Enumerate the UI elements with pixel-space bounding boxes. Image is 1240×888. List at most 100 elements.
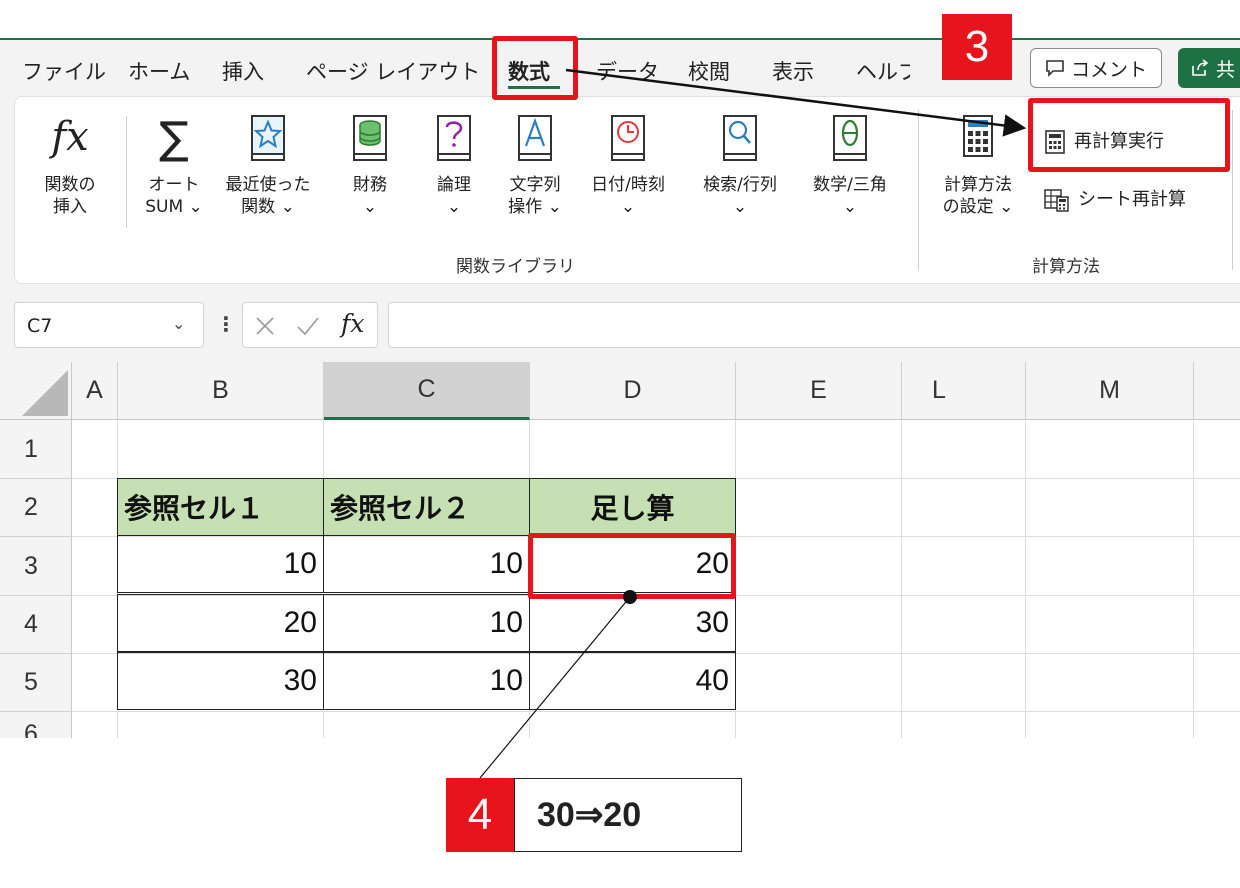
- row-header-6[interactable]: 6: [0, 712, 72, 738]
- calculation-group-label: 計算方法: [1032, 257, 1100, 277]
- sigma-icon: ∑: [159, 113, 189, 164]
- row-header-3[interactable]: 3: [0, 537, 72, 596]
- gridline: [1025, 420, 1026, 738]
- function-icon[interactable]: fx: [341, 309, 364, 338]
- math-trig-label-2: ⌄: [842, 197, 858, 217]
- result-callout: 30⇒20: [514, 778, 742, 852]
- tab-home[interactable]: ホーム: [128, 56, 190, 86]
- tab-insert[interactable]: 挿入: [222, 56, 264, 86]
- column-header-m[interactable]: M: [1026, 362, 1194, 420]
- magnifier-book-icon: [723, 115, 757, 161]
- logical-label-2: ⌄: [446, 197, 462, 217]
- function-library-group-label: 関数ライブラリ: [456, 257, 575, 277]
- table-cell[interactable]: 40: [529, 652, 736, 710]
- calculate-sheet-label: シート再計算: [1078, 189, 1186, 210]
- column-header-e[interactable]: E: [736, 362, 902, 420]
- calculation-options-button[interactable]: 計算方法 の設定 ⌄: [930, 112, 1026, 218]
- autosum-label-1: オート: [148, 175, 200, 195]
- table-cell[interactable]: 10: [323, 594, 530, 652]
- tab-page-layout[interactable]: ページ レイアウト: [306, 56, 480, 86]
- share-icon: [1192, 59, 1209, 76]
- math-trig-label-1: 数学/三角: [813, 175, 887, 195]
- comment-button[interactable]: コメント: [1030, 48, 1162, 88]
- lookup-reference-label-1: 検索/行列: [703, 175, 777, 195]
- calculate-sheet-button[interactable]: シート再計算: [1044, 188, 1186, 212]
- financial-book-icon: [353, 115, 387, 161]
- table-header-sum[interactable]: 足し算: [529, 478, 736, 536]
- table-header-ref2[interactable]: 参照セル２: [323, 478, 530, 536]
- formula-bar-buttons: fx: [242, 302, 378, 348]
- recently-used-label-2: 関数 ⌄: [241, 197, 295, 217]
- insert-function-button[interactable]: fx 関数の 挿入: [40, 112, 100, 218]
- calculation-options-label-1: 計算方法: [944, 175, 1012, 195]
- question-book-icon: [437, 115, 471, 161]
- text-functions-label-1: 文字列: [509, 175, 561, 195]
- table-cell[interactable]: 20: [117, 594, 324, 652]
- column-header-l[interactable]: L: [902, 362, 1026, 420]
- financial-button[interactable]: 財務 ⌄: [340, 112, 400, 218]
- table-cell[interactable]: 10: [323, 652, 530, 710]
- highlight-formulas-tab: [492, 36, 578, 100]
- recently-used-label-1: 最近使った: [225, 175, 311, 195]
- column-header-a[interactable]: A: [72, 362, 118, 420]
- formula-input[interactable]: [388, 302, 1240, 348]
- autosum-button[interactable]: ∑ オート SUM ⌄: [138, 112, 210, 218]
- table-header-ref1[interactable]: 参照セル１: [117, 478, 324, 536]
- table-cell[interactable]: 10: [323, 535, 530, 593]
- highlight-calculate-now: [1028, 98, 1230, 172]
- date-time-label-2: ⌄: [620, 197, 636, 217]
- function-icon: fx: [51, 114, 89, 160]
- text-functions-label-2: 操作 ⌄: [508, 197, 562, 217]
- text-functions-button[interactable]: 文字列 操作 ⌄: [500, 112, 570, 218]
- more-options-icon[interactable]: ⋮: [216, 312, 236, 336]
- tab-data[interactable]: データ: [596, 56, 659, 86]
- column-header-next[interactable]: [1194, 362, 1240, 420]
- ribbon-group-divider-right: [1232, 110, 1233, 270]
- theta-book-icon: [833, 115, 867, 161]
- tab-help[interactable]: ヘルプ: [856, 56, 910, 86]
- cancel-icon[interactable]: [253, 314, 277, 338]
- tab-review[interactable]: 校閲: [688, 56, 730, 86]
- insert-function-label-1: 関数の: [44, 175, 96, 195]
- autosum-label-2: SUM ⌄: [145, 197, 203, 217]
- tab-file[interactable]: ファイル: [22, 56, 106, 86]
- step-4-badge: 4: [446, 778, 514, 852]
- math-trig-button[interactable]: 数学/三角 ⌄: [802, 112, 898, 218]
- logical-label-1: 論理: [437, 175, 471, 195]
- gridline: [72, 711, 1240, 712]
- table-cell[interactable]: 30: [529, 594, 736, 652]
- table-cell[interactable]: 30: [117, 652, 324, 710]
- select-all-triangle-icon: [22, 370, 68, 416]
- insert-function-label-2: 挿入: [53, 197, 87, 217]
- row-header-4[interactable]: 4: [0, 596, 72, 654]
- lookup-reference-button[interactable]: 検索/行列 ⌄: [692, 112, 788, 218]
- text-book-icon: [518, 115, 552, 161]
- date-time-label-1: 日付/時刻: [591, 175, 665, 195]
- clock-book-icon: [611, 115, 645, 161]
- enter-check-icon[interactable]: [295, 314, 321, 338]
- column-header-c[interactable]: C: [324, 362, 530, 420]
- highlight-cell-d3: [528, 533, 736, 599]
- comment-icon: [1046, 60, 1064, 77]
- chevron-down-icon[interactable]: ⌄: [172, 314, 185, 333]
- recently-used-button[interactable]: 最近使った 関数 ⌄: [222, 112, 314, 218]
- step-3-badge: 3: [942, 14, 1012, 80]
- gridline: [901, 420, 902, 738]
- row-header-5[interactable]: 5: [0, 654, 72, 712]
- logical-button[interactable]: 論理 ⌄: [424, 112, 484, 218]
- ribbon-divider: [126, 116, 127, 228]
- column-header-b[interactable]: B: [118, 362, 324, 420]
- comment-label: コメント: [1070, 58, 1147, 81]
- row-header-1[interactable]: 1: [0, 420, 72, 479]
- row-header-2[interactable]: 2: [0, 479, 72, 537]
- column-header-d[interactable]: D: [530, 362, 736, 420]
- calculate-sheet-icon: [1044, 189, 1069, 212]
- ribbon-group-divider: [918, 110, 919, 270]
- date-time-button[interactable]: 日付/時刻 ⌄: [580, 112, 676, 218]
- star-book-icon: [251, 115, 285, 161]
- table-cell[interactable]: 10: [117, 535, 324, 593]
- select-all-button[interactable]: [0, 362, 72, 420]
- share-button[interactable]: 共: [1178, 48, 1240, 88]
- financial-label-2: ⌄: [362, 197, 378, 217]
- tab-view[interactable]: 表示: [772, 56, 814, 86]
